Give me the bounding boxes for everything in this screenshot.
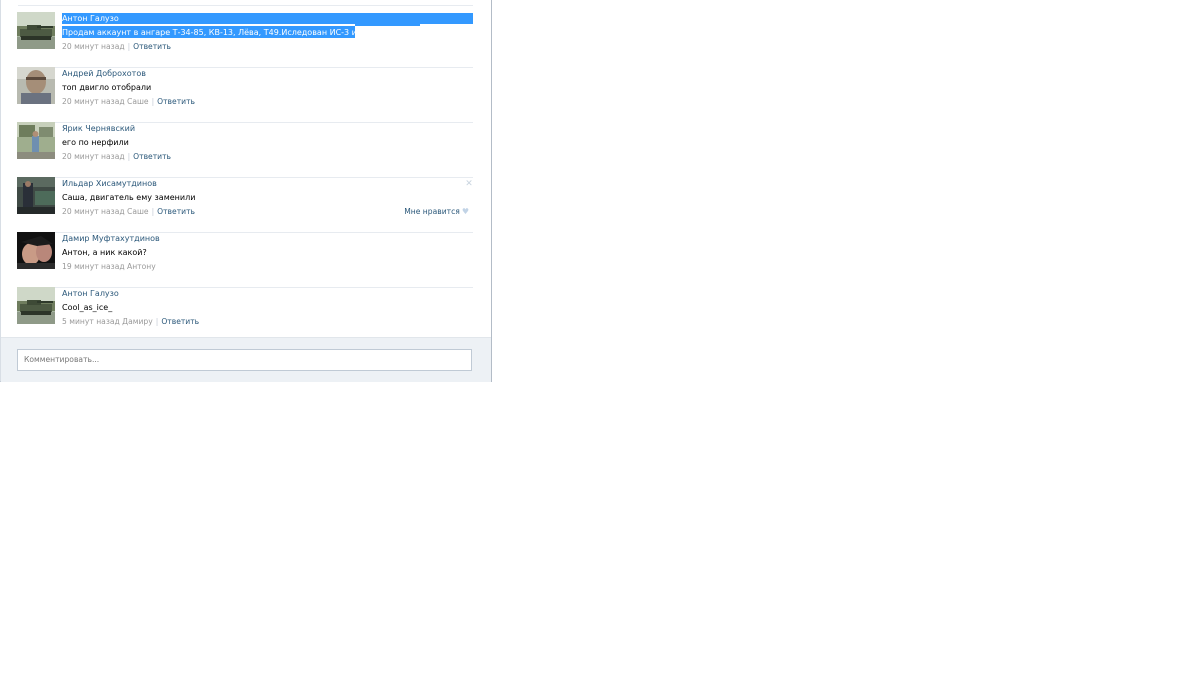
comment-text: его по нерфили (62, 138, 129, 147)
comment-item: Ильдар Хисамутдинов ✕ Саша, двигатель ем… (17, 177, 473, 233)
comment-item: Антон Галузо Cool_as_ice_ 5 минут назад … (17, 287, 473, 342)
comment-author[interactable]: Ярик Чернявский (62, 123, 135, 134)
comment-time[interactable]: 20 минут назад (62, 42, 125, 51)
comment-author[interactable]: Ильдар Хисамутдинов (62, 178, 157, 189)
comment-time[interactable]: 5 минут назад Дамиру (62, 317, 153, 326)
comment-composer: Комментировать... (1, 337, 491, 382)
comment-text: Cool_as_ice_ (62, 303, 113, 312)
comment-item: Дамир Муфтахутдинов Антон, а ник какой? … (17, 232, 473, 288)
comment-input[interactable]: Комментировать... (17, 349, 472, 371)
comments-panel: Антон Галузо Продам аккаунт в ангаре Т-3… (0, 0, 492, 382)
comment-item: Андрей Доброхотов топ двигло отобрали 20… (17, 67, 473, 123)
comment-text: Продам аккаунт в ангаре Т-34-85, КВ-13, … (62, 28, 382, 37)
divider (18, 5, 473, 6)
separator: | (151, 97, 155, 106)
comment-meta: 5 минут назад Дамиру | Ответить (62, 316, 199, 327)
comment-time[interactable]: 20 минут назад Саше (62, 207, 149, 216)
comment-meta: 20 минут назад Саше | Ответить (62, 96, 195, 107)
comment-item: Антон Галузо Продам аккаунт в ангаре Т-3… (17, 12, 473, 68)
separator: | (151, 207, 155, 216)
separator: | (127, 152, 131, 161)
comment-time[interactable]: 20 минут назад Саше (62, 97, 149, 106)
comment-time[interactable]: 19 минут назад Антону (62, 262, 156, 271)
reply-link[interactable]: Ответить (157, 207, 195, 216)
reply-link[interactable]: Ответить (133, 152, 171, 161)
comment-item: Ярик Чернявский его по нерфили 20 минут … (17, 122, 473, 178)
like-label: Мне нравится (404, 207, 460, 216)
avatar[interactable] (17, 12, 55, 49)
comment-time[interactable]: 20 минут назад (62, 152, 125, 161)
heart-icon: ♥ (461, 207, 469, 216)
separator: | (127, 42, 131, 51)
comment-meta: 20 минут назад | Ответить (62, 41, 171, 52)
avatar[interactable] (17, 287, 55, 324)
reply-link[interactable]: Ответить (157, 97, 195, 106)
reply-link[interactable]: Ответить (161, 317, 199, 326)
comment-text: топ двигло отобрали (62, 83, 152, 92)
comment-author[interactable]: Дамир Муфтахутдинов (62, 233, 160, 244)
comment-meta: 20 минут назад Саше | Ответить (62, 206, 195, 217)
avatar[interactable] (17, 177, 55, 214)
avatar[interactable] (17, 232, 55, 269)
like-button[interactable]: Мне нравится ♥ (404, 206, 469, 217)
avatar[interactable] (17, 122, 55, 159)
comment-text: Антон, а ник какой? (62, 248, 147, 257)
selection-highlight (62, 13, 473, 24)
comment-author[interactable]: Антон Галузо (62, 288, 119, 299)
close-icon[interactable]: ✕ (465, 180, 473, 189)
selection-highlight (355, 24, 420, 26)
comment-meta: 20 минут назад | Ответить (62, 151, 171, 162)
comment-author[interactable]: Антон Галузо (62, 13, 119, 24)
avatar[interactable] (17, 67, 55, 104)
comment-author[interactable]: Андрей Доброхотов (62, 68, 146, 79)
comment-text: Саша, двигатель ему заменили (62, 193, 196, 202)
separator: | (155, 317, 159, 326)
comment-meta: 19 минут назад Антону (62, 261, 156, 272)
reply-link[interactable]: Ответить (133, 42, 171, 51)
